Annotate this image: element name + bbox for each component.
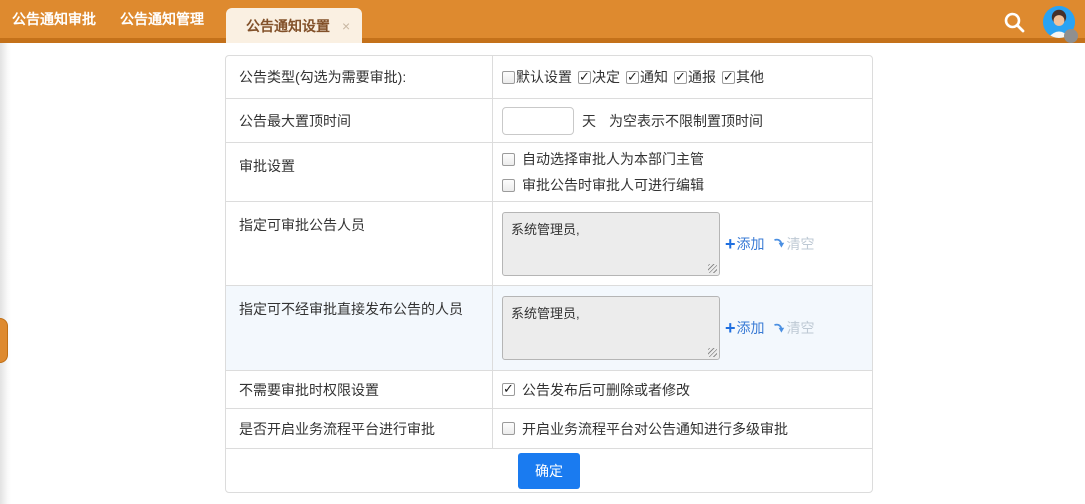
app-window: 公告通知审批 公告通知管理 公告通知设置 ×	[0, 0, 1085, 504]
clear-publishers-link[interactable]: 清空	[773, 318, 815, 338]
announcement-type-options: 默认设置 决定 通知 通报 其他	[493, 56, 872, 98]
sidebar-expand-handle[interactable]	[0, 318, 8, 363]
max-pin-days-input[interactable]	[502, 107, 574, 135]
direct-publishers-label: 指定可不经审批直接发布公告的人员	[226, 286, 493, 370]
announcement-type-label: 公告类型(勾选为需要审批):	[226, 56, 493, 98]
direct-publishers-value: 系统管理员, + 添加 清空	[493, 286, 872, 370]
collapsed-sidebar-edge	[0, 43, 11, 504]
checkbox-icon[interactable]	[502, 179, 515, 192]
row-direct-publishers: 指定可不经审批直接发布公告的人员 系统管理员, + 添加 清空	[226, 285, 872, 370]
max-pin-time-label: 公告最大置顶时间	[226, 99, 493, 142]
checkbox-icon[interactable]	[502, 71, 515, 84]
user-avatar[interactable]	[1043, 6, 1075, 38]
workflow-approval-label: 是否开启业务流程平台进行审批	[226, 409, 493, 448]
pin-time-hint: 为空表示不限制置顶时间	[609, 111, 763, 131]
checkbox-icon[interactable]	[502, 153, 515, 166]
top-tab-bar: 公告通知审批 公告通知管理 公告通知设置 ×	[0, 0, 1085, 43]
checkbox-allow-delete-modify[interactable]: 公告发布后可删除或者修改	[502, 380, 690, 400]
header-actions	[1001, 4, 1075, 40]
row-workflow-approval: 是否开启业务流程平台进行审批 开启业务流程平台对公告通知进行多级审批	[226, 408, 872, 448]
row-designated-approvers: 指定可审批公告人员 系统管理员, + 添加 清空	[226, 201, 872, 285]
clear-arrow-icon	[773, 237, 786, 250]
workflow-approval-value: 开启业务流程平台对公告通知进行多级审批	[493, 409, 872, 448]
avatar-status-badge	[1064, 29, 1078, 43]
row-announcement-type: 公告类型(勾选为需要审批): 默认设置 决定 通知 通报	[226, 56, 872, 98]
row-no-approval-permission: 不需要审批时权限设置 公告发布后可删除或者修改	[226, 370, 872, 408]
direct-publishers-textarea[interactable]: 系统管理员,	[502, 296, 720, 360]
checkbox-icon[interactable]	[502, 383, 515, 396]
checkbox-decision[interactable]: 决定	[578, 67, 620, 87]
row-submit: 确定	[226, 448, 872, 492]
checkbox-icon[interactable]	[578, 71, 591, 84]
clear-approvers-link[interactable]: 清空	[773, 234, 815, 254]
no-approval-permission-label: 不需要审批时权限设置	[226, 371, 493, 408]
checkbox-approver-can-edit[interactable]: 审批公告时审批人可进行编辑	[502, 175, 704, 195]
tab-announcement-management[interactable]: 公告通知管理	[108, 0, 216, 38]
checkbox-auto-select-approver[interactable]: 自动选择审批人为本部门主管	[502, 149, 704, 169]
checkbox-icon[interactable]	[502, 422, 515, 435]
checkbox-other[interactable]: 其他	[722, 67, 764, 87]
row-approval-settings: 审批设置 自动选择审批人为本部门主管 审批公告时审批人可进行编辑	[226, 142, 872, 201]
announcement-settings-form: 公告类型(勾选为需要审批): 默认设置 决定 通知 通报	[225, 55, 873, 493]
confirm-button[interactable]: 确定	[518, 453, 580, 489]
checkbox-icon[interactable]	[722, 71, 735, 84]
direct-publishers-actions: + 添加 清空	[725, 318, 815, 338]
designated-approvers-value: 系统管理员, + 添加 清空	[493, 202, 872, 285]
checkbox-enable-workflow[interactable]: 开启业务流程平台对公告通知进行多级审批	[502, 419, 788, 439]
plus-icon: +	[725, 237, 736, 251]
approval-settings-options: 自动选择审批人为本部门主管 审批公告时审批人可进行编辑	[493, 143, 872, 201]
search-icon[interactable]	[1001, 9, 1027, 35]
plus-icon: +	[725, 321, 736, 335]
row-max-pin-time: 公告最大置顶时间 天 为空表示不限制置顶时间	[226, 98, 872, 142]
checkbox-icon[interactable]	[626, 71, 639, 84]
add-approver-link[interactable]: + 添加	[725, 234, 765, 254]
clear-arrow-icon	[773, 322, 786, 335]
checkbox-default-setting[interactable]: 默认设置	[502, 67, 572, 87]
days-unit: 天	[582, 111, 596, 131]
approval-settings-label: 审批设置	[226, 143, 493, 201]
tab-announcement-settings[interactable]: 公告通知设置 ×	[226, 8, 362, 43]
checkbox-icon[interactable]	[674, 71, 687, 84]
no-approval-permission-value: 公告发布后可删除或者修改	[493, 371, 872, 408]
checkbox-bulletin[interactable]: 通报	[674, 67, 716, 87]
add-publisher-link[interactable]: + 添加	[725, 318, 765, 338]
max-pin-time-value: 天 为空表示不限制置顶时间	[493, 99, 872, 142]
checkbox-notice[interactable]: 通知	[626, 67, 668, 87]
approvers-actions: + 添加 清空	[725, 234, 815, 254]
tab-label: 公告通知设置	[246, 16, 330, 36]
designated-approvers-label: 指定可审批公告人员	[226, 202, 493, 285]
close-icon[interactable]: ×	[342, 18, 350, 34]
approvers-textarea[interactable]: 系统管理员,	[502, 212, 720, 276]
tab-announcement-approval[interactable]: 公告通知审批	[0, 0, 108, 38]
